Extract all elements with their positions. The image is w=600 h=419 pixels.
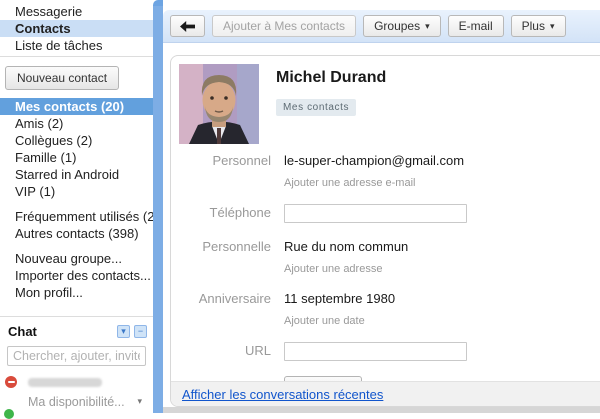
email-button[interactable]: E-mail — [448, 15, 504, 37]
recent-conversations-link[interactable]: Afficher les conversations récentes — [182, 387, 383, 402]
contact-photo-image — [179, 64, 259, 144]
group-item-starred-android[interactable]: Starred in Android — [0, 166, 153, 183]
groups-dropdown-label: Groupes — [374, 19, 420, 33]
nav-item-label: Messagerie — [15, 4, 82, 19]
address-field-label: Personnelle — [171, 238, 271, 275]
back-arrow-icon — [180, 21, 195, 32]
contact-toolbar: Ajouter à Mes contacts Groupes ▾ E-mail … — [163, 10, 600, 43]
sidebar: Messagerie Contacts Liste de tâches Nouv… — [0, 0, 153, 413]
add-to-my-contacts-button[interactable]: Ajouter à Mes contacts — [212, 15, 356, 37]
address-field-row: Personnelle Rue du nom commun Ajouter un… — [171, 238, 600, 275]
chat-contact-name-redacted — [28, 378, 102, 387]
email-field-label: Personnel — [171, 152, 271, 189]
more-dropdown-label: Plus — [522, 19, 545, 33]
chevron-down-icon: ▾ — [137, 396, 142, 407]
new-contact-button[interactable]: Nouveau contact — [5, 66, 119, 90]
chat-options-icon[interactable]: ▾ — [117, 325, 130, 338]
email-field-row: Personnel le-super-champion@gmail.com Aj… — [171, 152, 600, 189]
url-field-label: URL — [171, 342, 271, 361]
card-footer: Afficher les conversations récentes — [171, 381, 600, 406]
chat-search-input[interactable] — [7, 346, 146, 366]
group-membership-badge[interactable]: Mes contacts — [276, 99, 356, 116]
email-value[interactable]: le-super-champion@gmail.com — [284, 152, 464, 169]
frame-left-bar — [153, 6, 163, 413]
nav-item-contacts[interactable]: Contacts — [0, 20, 153, 37]
contact-groups-list: Mes contacts (20) Amis (2) Collègues (2)… — [0, 98, 153, 301]
contact-name[interactable]: Michel Durand — [276, 69, 386, 87]
bottom-edge-strip — [163, 407, 600, 413]
contact-card: Michel Durand Mes contacts Personnel le-… — [170, 55, 600, 407]
birthday-value[interactable]: 11 septembre 1980 — [284, 290, 395, 307]
birthday-field-label: Anniversaire — [171, 290, 271, 327]
chevron-down-icon: ▾ — [425, 21, 430, 32]
birthday-field-row: Anniversaire 11 septembre 1980 Ajouter u… — [171, 290, 600, 327]
nav-item-label: Contacts — [15, 21, 71, 36]
action-new-group[interactable]: Nouveau groupe... — [0, 250, 153, 267]
more-dropdown-button[interactable]: Plus ▾ — [511, 15, 566, 37]
group-item-mes-contacts[interactable]: Mes contacts (20) — [0, 98, 153, 115]
phone-field-label: Téléphone — [171, 204, 271, 223]
contact-photo[interactable] — [179, 64, 259, 144]
add-email-link[interactable]: Ajouter une adresse e-mail — [284, 177, 464, 189]
group-item-autres-contacts[interactable]: Autres contacts (398) — [0, 225, 153, 242]
chat-section: Chat ▾ − Ma disponibilité... ▾ — [0, 316, 153, 409]
chat-availability-label: Ma disponibilité... — [28, 395, 125, 409]
chat-title: Chat — [8, 324, 113, 339]
group-item-famille[interactable]: Famille (1) — [0, 149, 153, 166]
action-my-profile[interactable]: Mon profil... — [0, 284, 153, 301]
chat-availability-selector[interactable]: Ma disponibilité... ▾ — [0, 395, 153, 409]
add-address-link[interactable]: Ajouter une adresse — [284, 263, 408, 275]
action-import-contacts[interactable]: Importer des contacts... — [0, 267, 153, 284]
contact-fields: Personnel le-super-champion@gmail.com Aj… — [171, 146, 600, 402]
address-value[interactable]: Rue du nom commun — [284, 238, 408, 255]
group-item-collegues[interactable]: Collègues (2) — [0, 132, 153, 149]
chat-contact-row[interactable] — [0, 376, 153, 388]
online-status-icon — [4, 409, 14, 419]
group-item-amis[interactable]: Amis (2) — [0, 115, 153, 132]
back-button[interactable] — [170, 15, 205, 37]
nav-item-label: Liste de tâches — [15, 38, 102, 53]
group-item-frequents[interactable]: Fréquemment utilisés (20) — [0, 208, 153, 225]
chevron-down-icon: ▾ — [550, 21, 555, 32]
busy-status-icon — [5, 376, 17, 388]
group-item-vip[interactable]: VIP (1) — [0, 183, 153, 200]
url-input[interactable] — [284, 342, 467, 361]
phone-input[interactable] — [284, 204, 467, 223]
main-nav: Messagerie Contacts Liste de tâches — [0, 0, 153, 54]
nav-item-messagerie[interactable]: Messagerie — [0, 3, 153, 20]
groups-dropdown-button[interactable]: Groupes ▾ — [363, 15, 441, 37]
chat-minimize-icon[interactable]: − — [134, 325, 147, 338]
phone-field-row: Téléphone — [171, 204, 600, 223]
contact-detail-pane: Ajouter à Mes contacts Groupes ▾ E-mail … — [163, 0, 600, 413]
url-field-row: URL — [171, 342, 600, 361]
add-date-link[interactable]: Ajouter une date — [284, 315, 395, 327]
nav-item-tasks[interactable]: Liste de tâches — [0, 37, 153, 54]
